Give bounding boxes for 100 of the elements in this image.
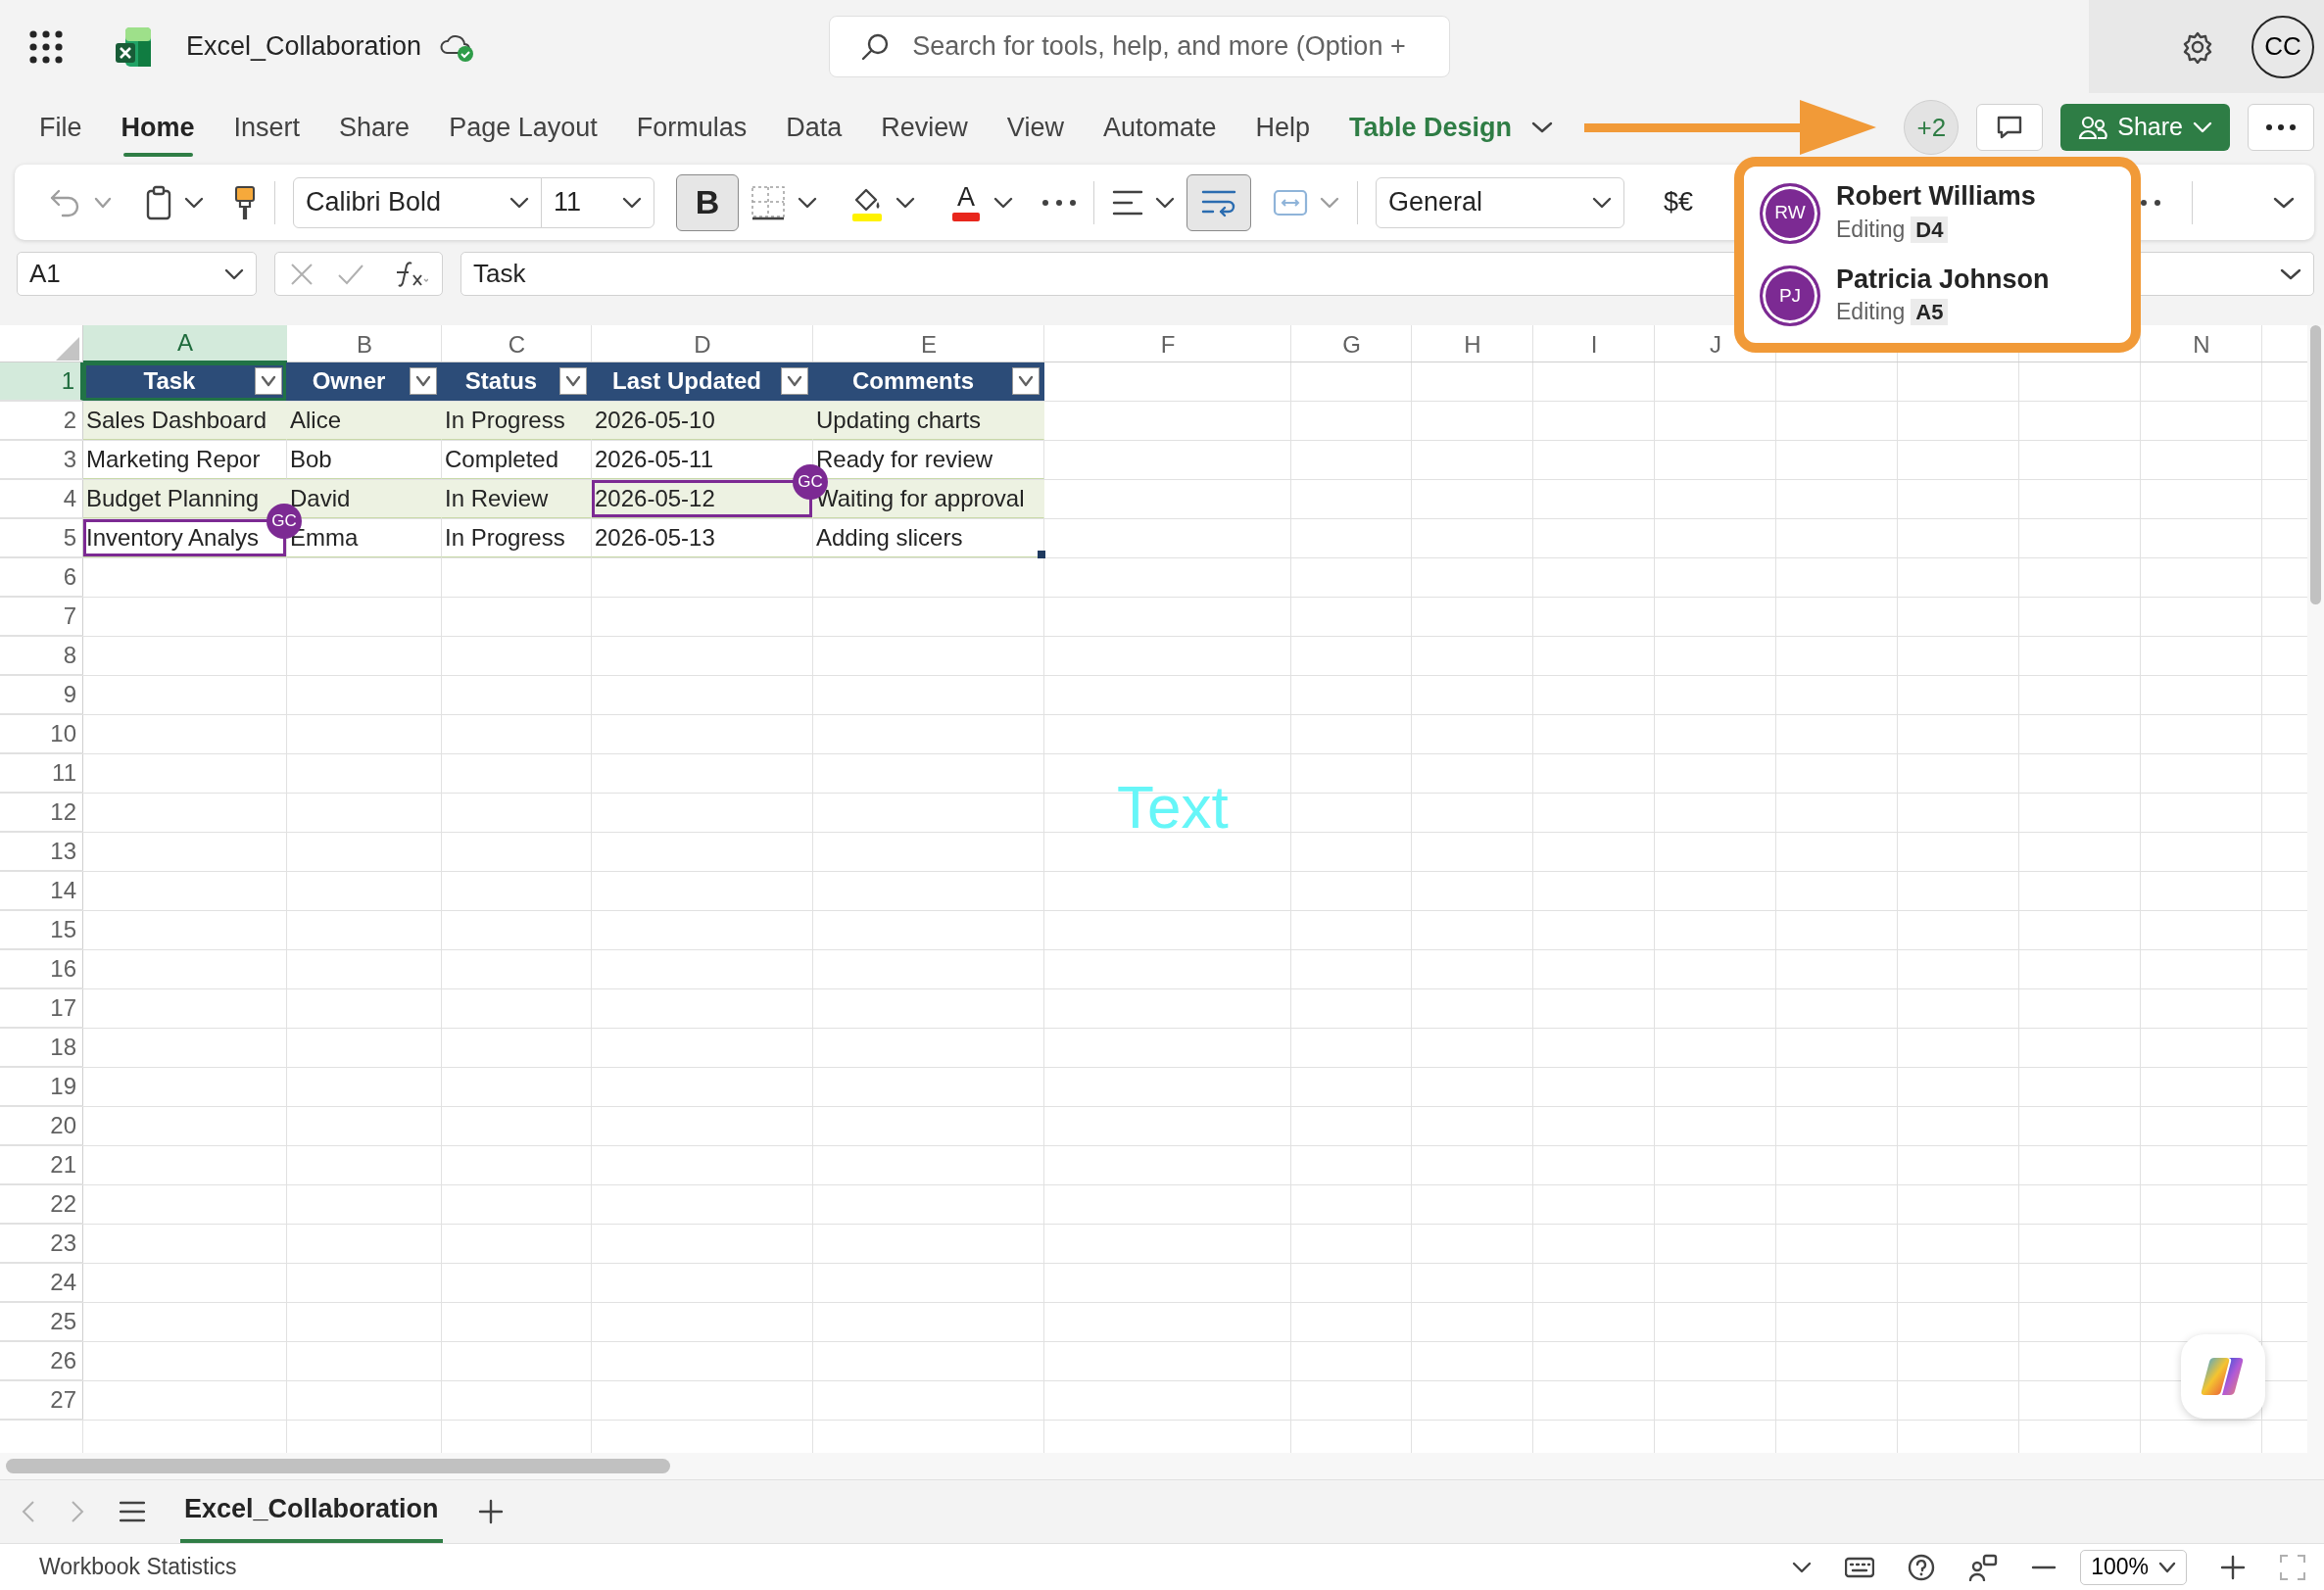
- filter-dropdown-button[interactable]: [255, 367, 282, 395]
- column-header[interactable]: F: [1044, 325, 1291, 363]
- menu-tab[interactable]: Help: [1235, 97, 1330, 158]
- menu-tab[interactable]: Automate: [1083, 97, 1236, 158]
- chevron-down-icon[interactable]: [565, 375, 581, 387]
- wrap-text-button[interactable]: [1186, 173, 1251, 231]
- menu-tab[interactable]: View: [987, 97, 1084, 158]
- row-header[interactable]: 26: [0, 1342, 83, 1380]
- row-header[interactable]: 10: [0, 715, 83, 753]
- row-header[interactable]: 5: [0, 519, 83, 557]
- chevron-down-icon[interactable]: [798, 196, 817, 209]
- row-header[interactable]: 14: [0, 872, 83, 910]
- column-header[interactable]: G: [1291, 325, 1412, 363]
- row-header[interactable]: 27: [0, 1381, 83, 1420]
- more-icon[interactable]: [1042, 199, 1076, 206]
- resize-handle-icon[interactable]: [1038, 550, 1045, 558]
- plus-icon[interactable]: [477, 1499, 504, 1524]
- chevron-down-icon[interactable]: [1792, 1561, 1813, 1573]
- chevron-down-icon[interactable]: [2273, 196, 2295, 209]
- status-text[interactable]: Workbook Statistics: [39, 1550, 237, 1584]
- column-header[interactable]: A: [83, 325, 287, 363]
- row-header[interactable]: 8: [0, 637, 83, 675]
- comment-button[interactable]: [1976, 104, 2044, 151]
- chevron-down-icon[interactable]: [787, 375, 802, 387]
- chevron-down-icon[interactable]: [2280, 267, 2301, 280]
- chevron-down-icon[interactable]: [896, 196, 915, 209]
- font-size-select[interactable]: 11: [541, 176, 654, 228]
- chevron-down-icon[interactable]: [224, 267, 244, 280]
- chevron-down-icon[interactable]: [1592, 196, 1612, 209]
- column-header[interactable]: B: [287, 325, 442, 363]
- filter-dropdown-button[interactable]: [781, 367, 808, 395]
- row-header[interactable]: 25: [0, 1303, 83, 1341]
- row-header[interactable]: 3: [0, 441, 83, 479]
- borders-icon[interactable]: [750, 184, 786, 220]
- row-header[interactable]: 17: [0, 989, 83, 1028]
- column-header[interactable]: C: [442, 325, 592, 363]
- chevron-down-icon[interactable]: [184, 196, 204, 209]
- share-button[interactable]: Share: [2060, 104, 2230, 151]
- bold-button[interactable]: B: [676, 173, 739, 231]
- menu-tab[interactable]: Page Layout: [429, 97, 617, 158]
- column-header[interactable]: N: [2141, 325, 2262, 363]
- chevron-down-icon[interactable]: [1155, 196, 1175, 209]
- paintbrush-icon[interactable]: [233, 184, 257, 220]
- help-icon[interactable]: [1908, 1553, 1936, 1581]
- row-header[interactable]: 9: [0, 676, 83, 714]
- menu-tab[interactable]: Data: [766, 97, 862, 158]
- row-header[interactable]: 12: [0, 794, 83, 832]
- scrollbar-thumb[interactable]: [2310, 325, 2321, 604]
- filter-dropdown-button[interactable]: [1012, 367, 1040, 395]
- row-header[interactable]: 16: [0, 950, 83, 988]
- zoom-out-icon[interactable]: [2031, 1565, 2058, 1569]
- menu-tab[interactable]: Review: [861, 97, 988, 158]
- number-format-select[interactable]: General: [1376, 176, 1624, 228]
- row-header[interactable]: 7: [0, 598, 83, 636]
- chevron-down-icon[interactable]: [261, 375, 276, 387]
- chevron-down-icon[interactable]: [509, 196, 529, 209]
- app-launcher-icon[interactable]: [29, 29, 63, 64]
- table-header-cell[interactable]: Status: [442, 362, 592, 401]
- menu-tab[interactable]: Share: [319, 97, 430, 158]
- menu-tab[interactable]: File: [20, 97, 102, 158]
- column-header[interactable]: E: [813, 325, 1044, 363]
- font-select[interactable]: Calibri Bold: [293, 176, 542, 228]
- table-header-cell[interactable]: Last Updated: [592, 362, 813, 401]
- more-button[interactable]: [2248, 104, 2314, 151]
- column-header[interactable]: D: [592, 325, 813, 363]
- zoom-in-icon[interactable]: [2220, 1554, 2246, 1580]
- row-header[interactable]: 15: [0, 911, 83, 949]
- search-field[interactable]: Search for tools, help, and more (Option +: [829, 16, 1451, 77]
- row-header[interactable]: 23: [0, 1225, 83, 1263]
- table-header-cell[interactable]: Comments: [813, 362, 1044, 401]
- row-header[interactable]: 18: [0, 1029, 83, 1067]
- scrollbar-thumb[interactable]: [6, 1459, 670, 1473]
- row-header[interactable]: 13: [0, 833, 83, 871]
- row-header[interactable]: 1: [0, 362, 83, 401]
- filter-dropdown-button[interactable]: [559, 367, 587, 395]
- menu-icon[interactable]: [120, 1501, 145, 1522]
- menu-tab[interactable]: Home: [101, 97, 215, 158]
- row-header[interactable]: 20: [0, 1107, 83, 1145]
- align-icon[interactable]: [1112, 188, 1143, 217]
- copilot-button[interactable]: [2181, 1334, 2265, 1419]
- menu-tab[interactable]: Formulas: [616, 97, 767, 158]
- row-header[interactable]: 19: [0, 1068, 83, 1106]
- chevron-down-icon[interactable]: [622, 196, 642, 209]
- table-header-cell[interactable]: Task: [83, 362, 287, 401]
- row-header[interactable]: 11: [0, 754, 83, 793]
- people-icon[interactable]: [1968, 1553, 1999, 1581]
- table-header-cell[interactable]: Owner: [287, 362, 442, 401]
- column-header[interactable]: H: [1412, 325, 1533, 363]
- row-header[interactable]: 21: [0, 1146, 83, 1184]
- row-header[interactable]: 22: [0, 1185, 83, 1224]
- row-header[interactable]: 24: [0, 1264, 83, 1302]
- menu-tab[interactable]: Table Design: [1330, 97, 1532, 158]
- row-header[interactable]: 6: [0, 558, 83, 597]
- clipboard-icon[interactable]: [145, 184, 172, 220]
- font-color-button[interactable]: A: [950, 183, 982, 221]
- keyboard-icon[interactable]: [1845, 1556, 1875, 1578]
- name-box[interactable]: A1: [17, 252, 257, 296]
- chevron-down-icon[interactable]: [1018, 375, 1034, 387]
- chevron-down-icon[interactable]: [2158, 1561, 2176, 1573]
- chevron-down-icon[interactable]: [415, 375, 431, 387]
